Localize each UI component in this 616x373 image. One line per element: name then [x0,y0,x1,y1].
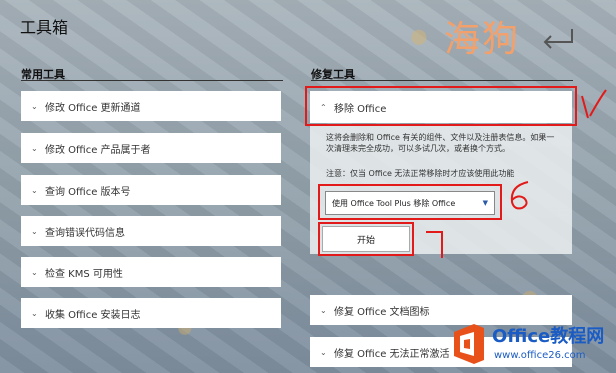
tool-item-label: 修改 Office 产品属于者 [45,144,151,156]
tool-item-update-channel[interactable]: ⌄ 修改 Office 更新通道 [21,91,281,121]
logo-sub-text: www.office26.com [494,350,586,361]
annotation-box-start [318,222,414,256]
chevron-down-icon: ⌄ [31,267,38,277]
enter-arrow-icon [543,29,573,49]
repair-item-label: 修复 Office 文档图标 [334,306,430,318]
site-logo: Office教程网 www.office26.com [448,320,616,373]
chevron-down-icon: ⌄ [31,143,38,153]
chevron-down-icon: ⌄ [31,185,38,195]
left-column-divider [21,80,283,81]
tool-item-version[interactable]: ⌄ 查询 Office 版本号 [21,175,281,205]
repair-item-label: 修复 Office 无法正常激活 [334,348,450,360]
tool-item-label: 修改 Office 更新通道 [45,102,141,114]
tool-item-kms-check[interactable]: ⌄ 检查 KMS 可用性 [21,257,281,287]
remove-office-note: 注意：仅当 Office 无法正常移除时才应该使用此功能 [326,169,515,178]
chevron-down-icon: ⌄ [31,226,38,236]
logo-main-text: Office教程网 [492,326,605,347]
remove-office-description: 这将会删除和 Office 有关的组件、文件以及注册表信息。如果一次清理未完全成… [326,133,555,153]
chevron-down-icon: ⌄ [320,347,327,357]
page-title: 工具箱 [20,18,69,37]
tool-item-label: 收集 Office 安装日志 [45,309,141,321]
chevron-down-icon: ⌄ [31,101,38,111]
annotation-mark-3 [426,231,443,258]
chevron-down-icon: ⌄ [31,308,38,318]
tool-item-label: 查询 Office 版本号 [45,186,131,198]
tool-item-product-owner[interactable]: ⌄ 修改 Office 产品属于者 [21,133,281,163]
chevron-down-icon: ⌄ [320,305,327,315]
tool-item-label: 查询错误代码信息 [45,227,125,239]
annotation-box-remove [305,86,577,126]
annotation-box-select [318,184,502,220]
watermark-text: 海狗 [444,19,521,60]
tool-item-error-code[interactable]: ⌄ 查询错误代码信息 [21,216,281,246]
tool-item-label: 检查 KMS 可用性 [45,268,123,280]
office-logo-icon [454,324,484,364]
annotation-mark-1 [581,89,607,119]
right-column-divider [311,80,573,81]
tool-item-install-log[interactable]: ⌄ 收集 Office 安装日志 [21,298,281,328]
annotation-mark-2 [510,181,529,210]
